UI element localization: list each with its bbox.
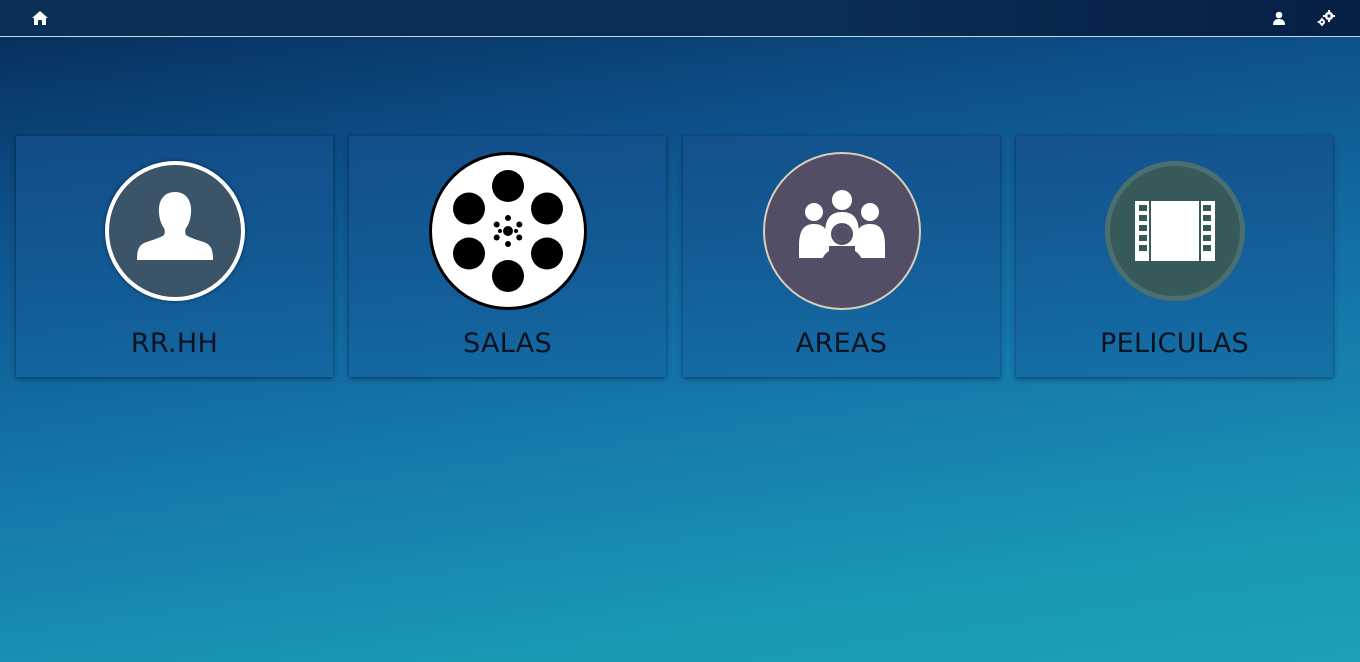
home-icon[interactable]: [31, 9, 49, 27]
user-icon[interactable]: [1270, 9, 1288, 27]
film-reel-icon: [452, 170, 563, 292]
film-strip-icon: [1134, 201, 1215, 261]
tile-label: SALAS: [463, 328, 552, 359]
tile-peliculas[interactable]: PELICULAS: [1016, 136, 1333, 377]
tile-label: RR.HH: [130, 328, 219, 359]
tile-areas[interactable]: AREAS: [683, 136, 1000, 377]
user-silhouette-icon: [136, 192, 213, 260]
salas-circle: [428, 152, 587, 310]
gears-icon[interactable]: [1317, 9, 1335, 27]
rrhh-circle: [104, 161, 245, 301]
module-tiles: RR.HH SALAS AREAS PELICULAS: [0, 136, 1360, 378]
tile-salas[interactable]: SALAS: [349, 136, 666, 377]
peliculas-circle: [1104, 161, 1245, 301]
tile-label: AREAS: [795, 328, 888, 359]
tile-label: PELICULAS: [1100, 328, 1249, 359]
areas-circle: [762, 152, 921, 310]
group-people-icon: [798, 190, 885, 272]
tile-rrhh[interactable]: RR.HH: [16, 136, 333, 377]
top-navigation-bar: [0, 0, 1360, 37]
